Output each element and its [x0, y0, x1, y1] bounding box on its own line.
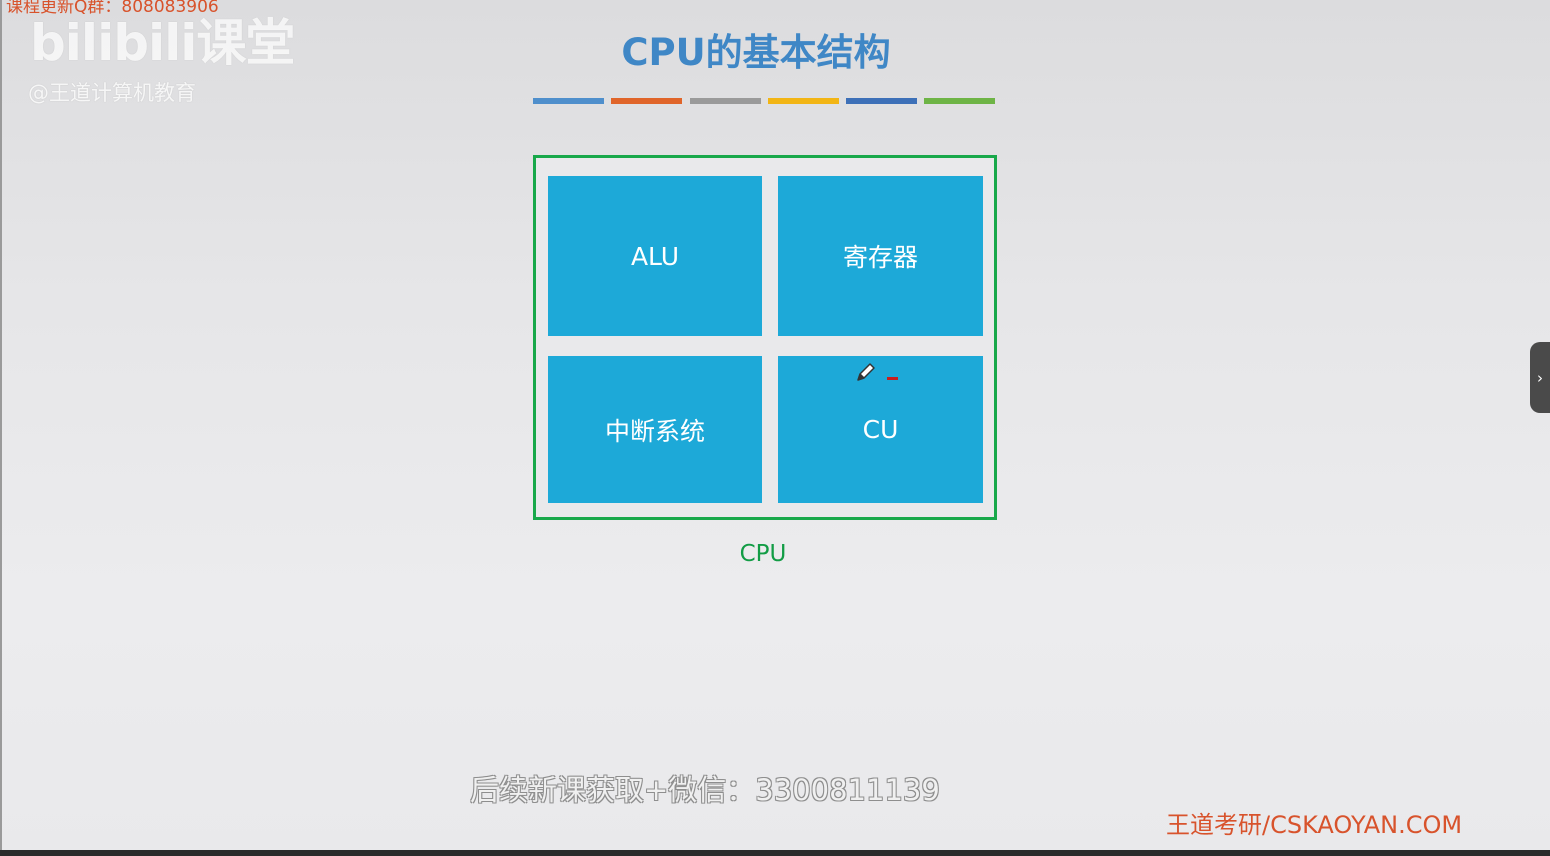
cpu-diagram-frame: ALU 寄存器 中断系统 CU [533, 155, 997, 520]
cu-block: CU [778, 356, 983, 503]
register-block: 寄存器 [778, 176, 983, 336]
color-bar-gray [690, 98, 761, 104]
alu-block: ALU [548, 176, 762, 336]
color-bar-darkblue [846, 98, 917, 104]
color-bar-green [924, 98, 995, 104]
window-left-edge [0, 0, 2, 856]
window-bottom-edge [0, 850, 1550, 856]
color-bar-yellow [768, 98, 839, 104]
wechat-watermark: 后续新课获取+微信：3300811139 [470, 773, 940, 807]
pencil-icon [854, 360, 878, 384]
slide-title: CPU的基本结构 [621, 31, 891, 74]
cpu-caption: CPU [739, 541, 787, 567]
chevron-right-icon: › [1537, 368, 1543, 387]
alu-label: ALU [630, 241, 680, 271]
cu-label: CU [862, 415, 899, 444]
bilibili-handle: @王道计算机教育 [28, 81, 196, 105]
register-label: 寄存器 [842, 243, 918, 272]
side-panel-toggle[interactable]: › [1530, 342, 1550, 413]
site-watermark: 王道考研/CSKAOYAN.COM [1166, 811, 1463, 839]
title-color-bars [533, 98, 995, 105]
color-bar-orange [611, 98, 682, 104]
color-bar-blue [533, 98, 604, 104]
annotation-red-mark [887, 377, 898, 380]
interrupt-system-label: 中断系统 [604, 416, 705, 446]
interrupt-system-block: 中断系统 [548, 356, 762, 503]
